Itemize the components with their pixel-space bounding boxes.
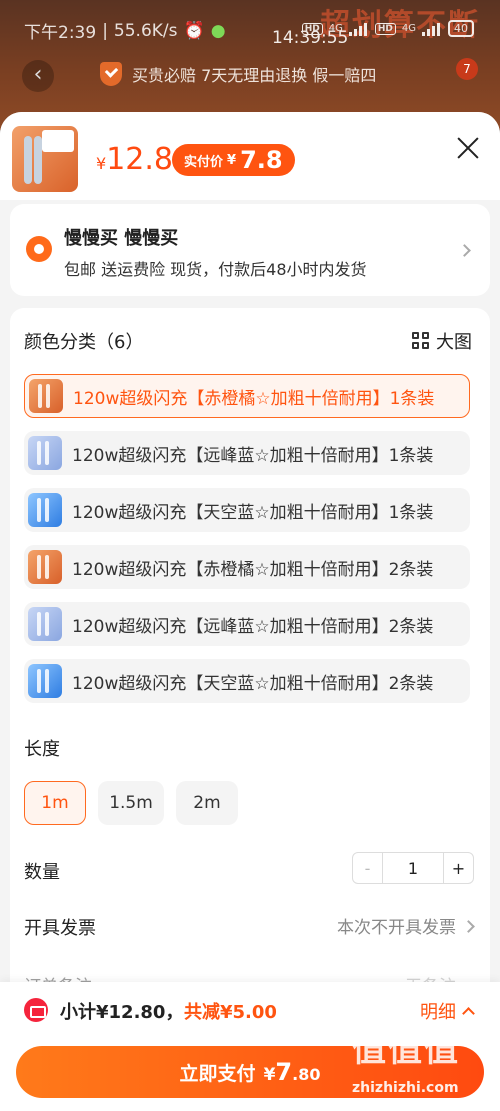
alarm-icon: ⏰ [183, 20, 205, 41]
guarantee-strip: 买贵必赔 7天无理由退换 假一赔四 [100, 62, 376, 86]
network-4g-label: 4G [328, 23, 343, 34]
grid-icon [412, 332, 430, 350]
length-section-title: 长度 [24, 739, 60, 760]
color-option[interactable]: 120w超级闪充【天空蓝☆加粗十倍耐用】1条装 [24, 488, 470, 532]
chevron-right-icon [458, 244, 471, 257]
location-pin-icon [26, 236, 52, 262]
option-label: 120w超级闪充【赤橙橘☆加粗十倍耐用】1条装 [73, 388, 435, 409]
decrement-button[interactable]: - [353, 853, 383, 883]
length-option[interactable]: 2m [176, 781, 238, 825]
shipping-info: 包邮 送运费险 现货，付款后48小时内发货 [64, 260, 367, 279]
paid-price-pill: 实付价 ¥7.8 [172, 144, 295, 176]
quantity-stepper: - 1 + [352, 852, 474, 884]
detail-label: 明细 [420, 1002, 456, 1023]
address-name: 慢慢买 慢慢买 [64, 228, 179, 249]
option-label: 120w超级闪充【天空蓝☆加粗十倍耐用】1条装 [72, 502, 434, 523]
color-option[interactable]: 120w超级闪充【赤橙橘☆加粗十倍耐用】2条装 [24, 545, 470, 589]
option-label: 120w超级闪充【远峰蓝☆加粗十倍耐用】2条装 [72, 616, 434, 637]
option-thumbnail [28, 550, 62, 584]
pay-label: 立即支付 [179, 1062, 256, 1085]
status-speed: 55.6K/s [113, 20, 178, 41]
detail-toggle[interactable]: 明细 [420, 998, 475, 1024]
discount-total: 共减¥5.00 [184, 1002, 277, 1023]
length-option[interactable]: 1m [24, 781, 86, 825]
color-option[interactable]: 120w超级闪充【赤橙橘☆加粗十倍耐用】1条装 [24, 374, 470, 418]
option-thumbnail [29, 379, 63, 413]
invoice-label: 开具发票 [24, 918, 96, 939]
color-option[interactable]: 120w超级闪充【天空蓝☆加粗十倍耐用】2条装 [24, 659, 470, 703]
hd-badge: HD [374, 22, 396, 35]
network-4g-label: 4G [401, 23, 416, 34]
coupon-icon [24, 998, 48, 1022]
quantity-label: 数量 [24, 862, 60, 883]
watermark-logo: 值值值 [352, 1030, 460, 1070]
signal-icon [348, 22, 369, 36]
option-thumbnail [28, 607, 62, 641]
subtotal: 小计¥12.80， [60, 1002, 184, 1023]
increment-button[interactable]: + [443, 853, 473, 883]
option-label: 120w超级闪充【天空蓝☆加粗十倍耐用】2条装 [72, 673, 434, 694]
close-icon[interactable] [456, 136, 480, 160]
watermark-url: zhizhizhi.com [352, 1080, 459, 1096]
status-time: 下午2:39 [24, 23, 97, 43]
signal-icon [422, 22, 442, 36]
option-label: 120w超级闪充【远峰蓝☆加粗十倍耐用】1条装 [72, 445, 434, 466]
product-price: ¥12.8 [96, 142, 173, 177]
option-thumbnail [28, 436, 62, 470]
color-section-title: 颜色分类（6） [24, 332, 144, 353]
hd-badge: HD [301, 22, 323, 35]
thumbnail-tag [42, 130, 74, 152]
option-label: 120w超级闪充【赤橙橘☆加粗十倍耐用】2条装 [72, 559, 434, 580]
product-header: ¥12.8 实付价 ¥7.8 [0, 112, 500, 200]
color-option[interactable]: 120w超级闪充【远峰蓝☆加粗十倍耐用】1条装 [24, 431, 470, 475]
invoice-value[interactable]: 本次不开具发票 [337, 913, 456, 938]
color-option[interactable]: 120w超级闪充【远峰蓝☆加粗十倍耐用】2条装 [24, 602, 470, 646]
big-image-button[interactable]: 大图 [412, 328, 472, 354]
quantity-value[interactable]: 1 [383, 853, 443, 883]
cart-badge: 7 [456, 58, 478, 80]
address-card[interactable]: 慢慢买 慢慢买 包邮 送运费险 现货，付款后48小时内发货 [10, 204, 490, 296]
wechat-icon: ● [210, 20, 226, 41]
chevron-up-icon [462, 1007, 475, 1020]
option-thumbnail [28, 664, 62, 698]
big-image-label: 大图 [436, 332, 472, 353]
option-thumbnail [28, 493, 62, 527]
battery-icon: 40 [448, 20, 474, 37]
status-bar: 下午2:39 | 55.6K/s ⏰ ● 14:39:55 HD 4G HD 4… [0, 14, 500, 48]
sku-sheet: ¥12.8 实付价 ¥7.8 慢慢买 慢慢买 包邮 送运费险 现货，付款后48小… [0, 112, 500, 1111]
chevron-right-icon [462, 920, 475, 933]
product-thumbnail[interactable] [12, 126, 78, 192]
guarantee-text: 买贵必赔 7天无理由退换 假一赔四 [132, 66, 377, 85]
shield-check-icon [100, 62, 122, 86]
back-arrow-icon: ‹ [22, 60, 54, 92]
length-option[interactable]: 1.5m [98, 781, 164, 825]
